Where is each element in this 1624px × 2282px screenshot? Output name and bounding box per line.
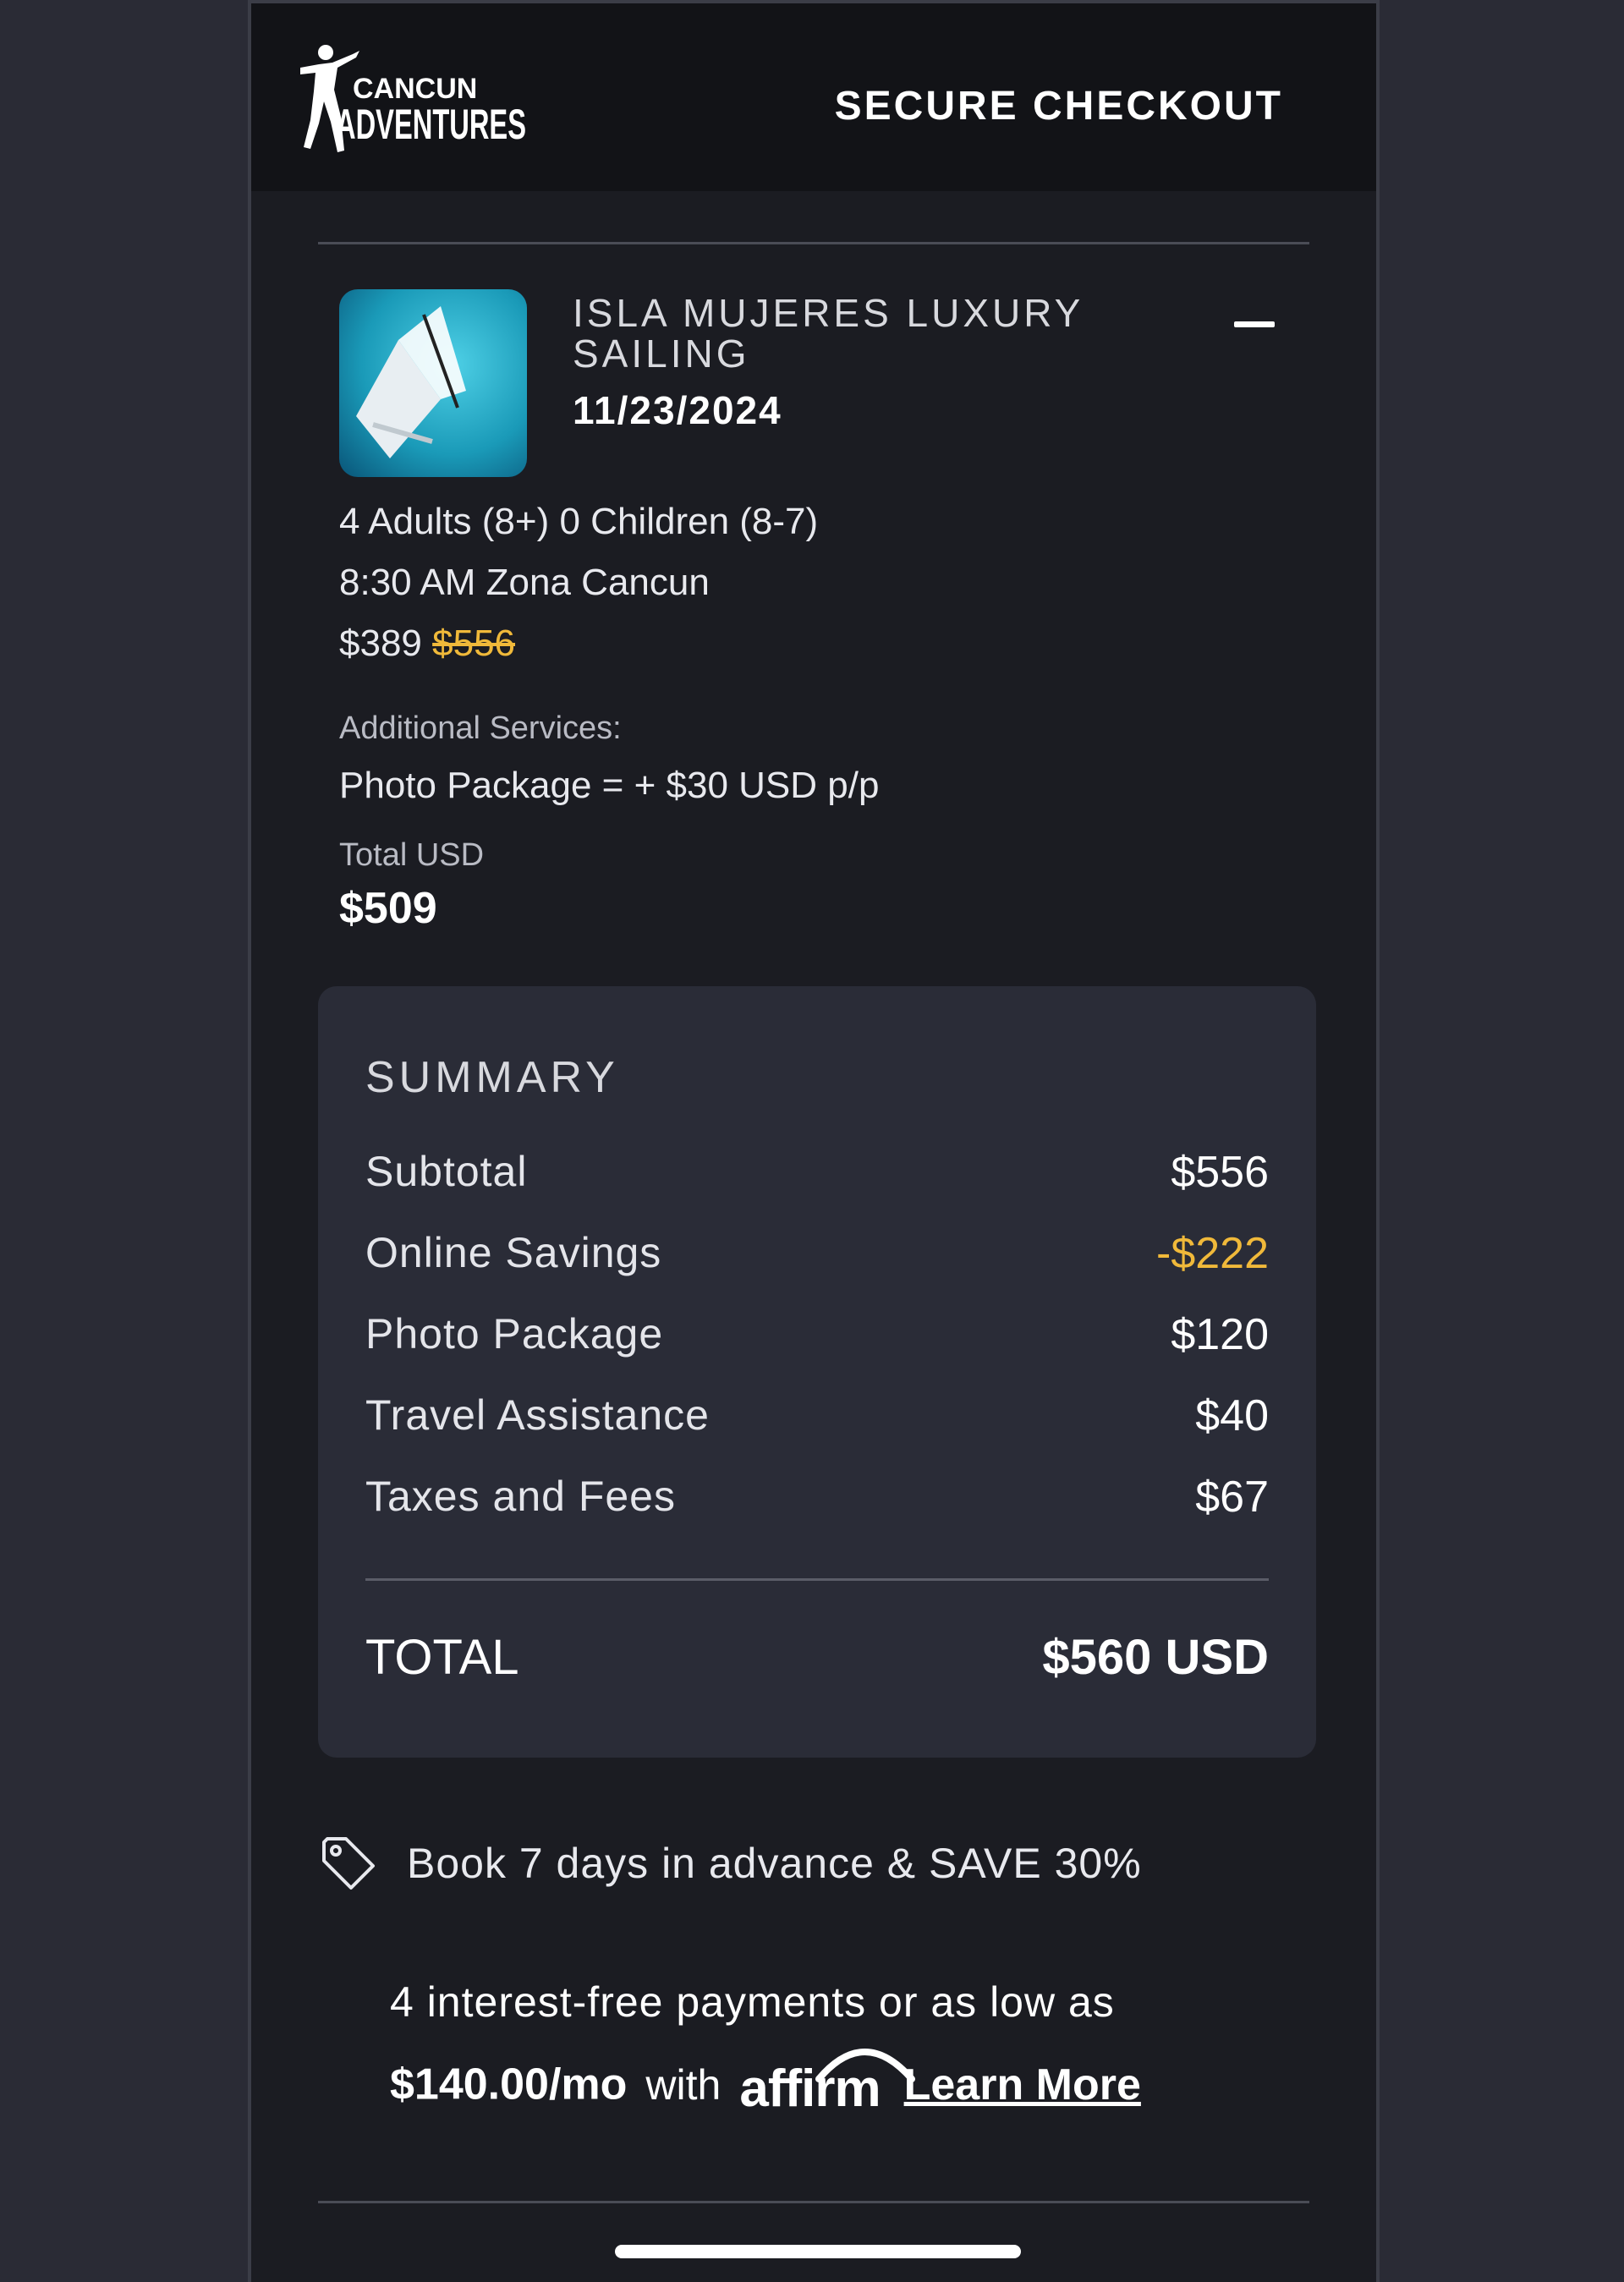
tag-icon	[322, 1837, 375, 1890]
summary-row-value: $67	[1195, 1473, 1269, 1522]
summary-title: SUMMARY	[365, 1053, 619, 1102]
summary-row-label: Photo Package	[365, 1310, 664, 1358]
tour-date: 11/23/2024	[573, 388, 782, 432]
guest-count: 4 Adults (8+) 0 Children (8-7)	[339, 501, 819, 542]
summary-row-label: Travel Assistance	[365, 1391, 710, 1439]
home-indicator[interactable]	[615, 2245, 1021, 2258]
tour-thumbnail	[339, 289, 527, 477]
brand-logo[interactable]: CANCUN ADVENTURES	[294, 39, 530, 174]
top-divider	[318, 242, 1309, 244]
svg-text:ADVENTURES: ADVENTURES	[336, 101, 526, 148]
learn-more-link[interactable]: Learn More	[904, 2060, 1141, 2109]
affirm-financing-row: $140.00/mo with affirm Learn More	[390, 2049, 1141, 2126]
tour-price: $389 $556	[339, 623, 515, 665]
header-bar: CANCUN ADVENTURES SECURE CHECKOUT	[251, 3, 1376, 191]
summary-row-label: Subtotal	[365, 1148, 528, 1195]
summary-row-value: $120	[1171, 1310, 1269, 1359]
item-total-label: Total USD	[339, 837, 485, 873]
summary-row: Subtotal $556	[365, 1147, 1269, 1206]
current-price: $389	[339, 623, 422, 664]
summary-row-value: $40	[1195, 1391, 1269, 1440]
summary-row: Photo Package $120	[365, 1309, 1269, 1369]
summary-card: SUMMARY Subtotal $556 Online Savings -$2…	[318, 986, 1316, 1758]
collapse-icon[interactable]	[1234, 321, 1275, 327]
tour-name: ISLA MUJERES LUXURY SAILING	[573, 291, 1084, 376]
item-total-value: $509	[339, 884, 437, 933]
affirm-logo: affirm	[739, 2049, 916, 2119]
logo-figure-icon: CANCUN ADVENTURES	[300, 45, 526, 152]
additional-services-label: Additional Services:	[339, 710, 622, 746]
summary-row-value: $556	[1171, 1148, 1269, 1197]
promo-text: Book 7 days in advance & SAVE 30%	[407, 1840, 1142, 1887]
affirm-with-text: with	[645, 2060, 721, 2109]
summary-total-label: TOTAL	[365, 1630, 519, 1685]
page-title: SECURE CHECKOUT	[834, 84, 1283, 129]
summary-row: Taxes and Fees $67	[365, 1472, 1269, 1531]
checkout-screen: CANCUN ADVENTURES SECURE CHECKOUT ISLA M…	[248, 0, 1380, 2282]
tour-time-location: 8:30 AM Zona Cancun	[339, 562, 710, 603]
summary-total-value: $560 USD	[1042, 1630, 1269, 1685]
summary-row: Online Savings -$222	[365, 1228, 1269, 1287]
summary-divider	[365, 1578, 1269, 1581]
original-price: $556	[432, 623, 516, 664]
summary-row-label: Online Savings	[365, 1229, 662, 1276]
summary-row-label: Taxes and Fees	[365, 1473, 676, 1520]
bottom-divider	[318, 2201, 1309, 2203]
monthly-payment-amount: $140.00/mo	[390, 2060, 628, 2109]
additional-service-item: Photo Package = + $30 USD p/p	[339, 765, 880, 806]
summary-row: Travel Assistance $40	[365, 1391, 1269, 1450]
affirm-message: 4 interest-free payments or as low as	[390, 1978, 1115, 2026]
affirm-arc-icon	[815, 2049, 916, 2082]
savings-value: -$222	[1156, 1229, 1269, 1278]
